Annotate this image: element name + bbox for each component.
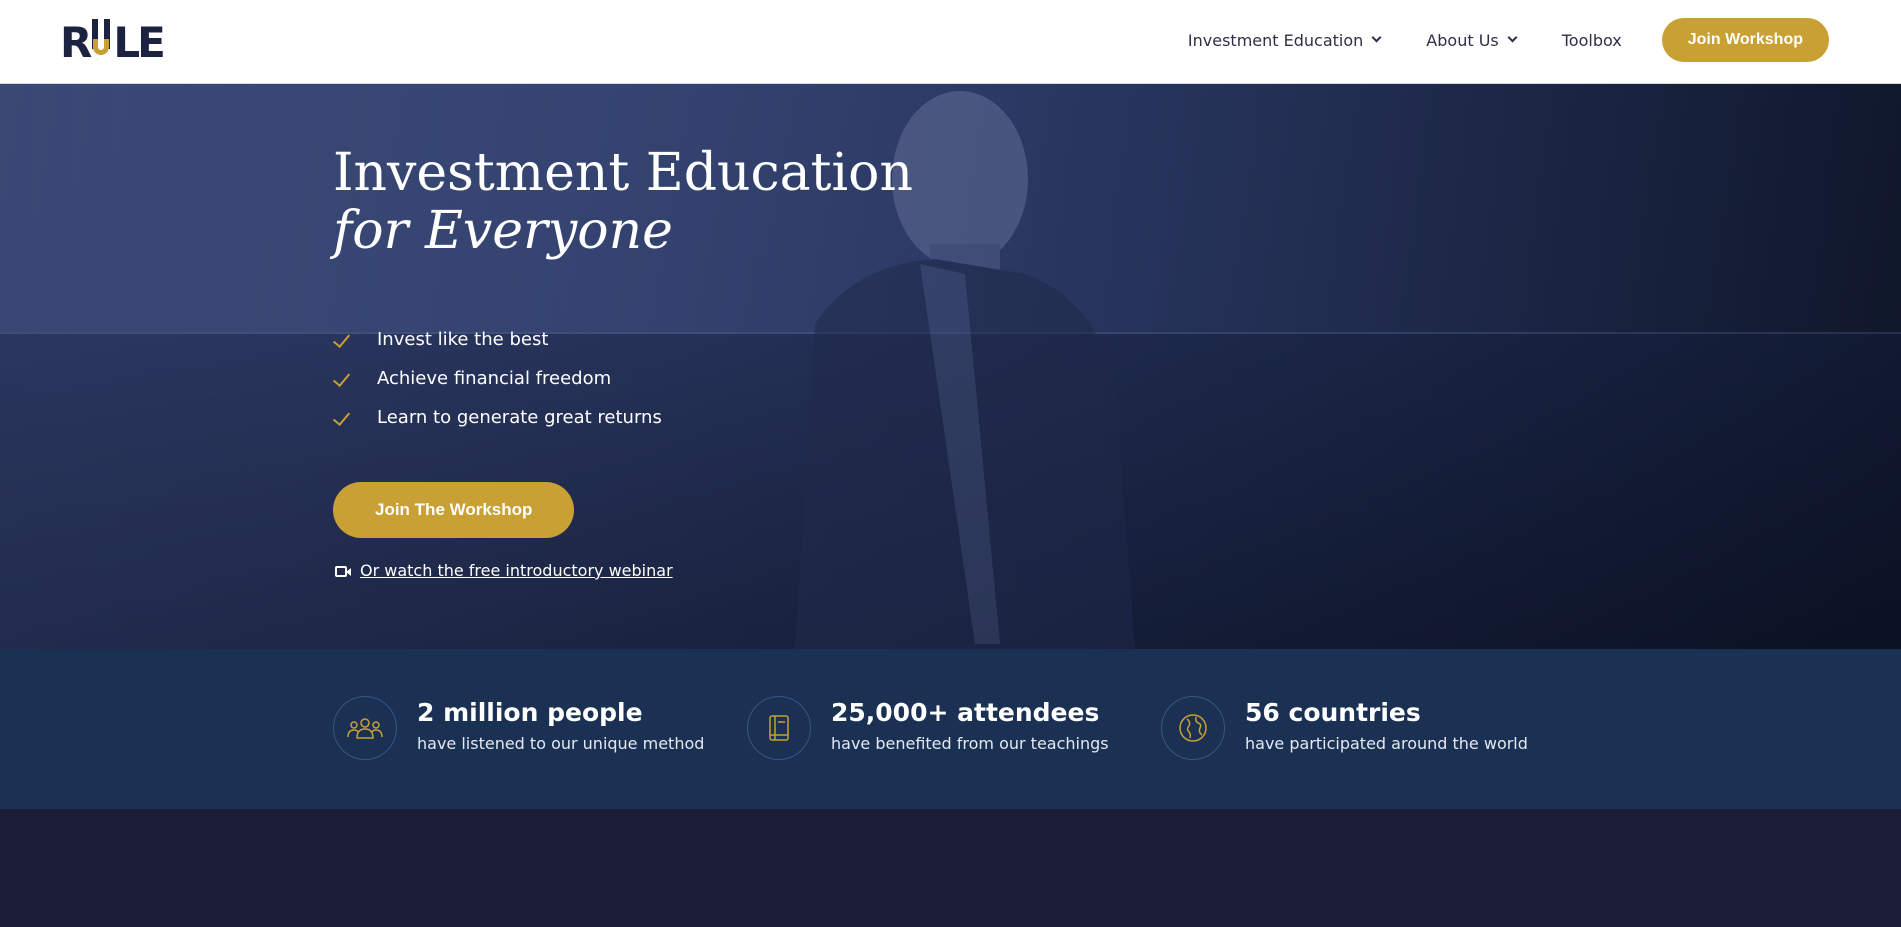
nav-investment-education-label: Investment Education (1187, 30, 1364, 50)
logo-wordmark: R LE (60, 18, 166, 67)
check-icon (333, 408, 353, 428)
nav-about-us-label: About Us (1426, 30, 1499, 50)
hero-overlay (0, 84, 1901, 649)
stat-subtitle: have listened to our unique method (417, 734, 705, 753)
check-icon (333, 369, 353, 389)
list-item: Invest like the best (333, 320, 662, 359)
stat-title: 56 countries (1245, 698, 1421, 727)
hero-title-line2: for Everyone (333, 201, 673, 261)
list-item: Achieve financial freedom (333, 359, 662, 398)
nav-toolbox-label: Toolbox (1561, 30, 1622, 50)
stat-people: 2 million people have listened to our un… (333, 696, 704, 760)
site-header: R LE Investment Education About Us Toolbo… (0, 0, 1901, 84)
stat-text: 56 countries have participated around th… (1245, 696, 1528, 753)
check-icon (333, 330, 353, 350)
hero-title-line1: Investment Education (333, 143, 913, 203)
join-workshop-button[interactable]: Join Workshop (1661, 18, 1829, 62)
stat-attendees: 25,000+ attendees have benefited from ou… (747, 696, 1109, 760)
nav-toolbox[interactable]: Toolbox (1562, 31, 1622, 50)
stat-text: 25,000+ attendees have benefited from ou… (831, 696, 1109, 753)
nav-about-us[interactable]: About Us (1426, 30, 1518, 50)
hero-title: Investment Education for Everyone (333, 144, 913, 260)
stat-subtitle: have benefited from our teachings (831, 734, 1109, 753)
hero-section: Investment Education for Everyone Invest… (0, 84, 1901, 649)
next-section (0, 809, 1901, 927)
list-item: Learn to generate great returns (333, 398, 662, 437)
join-the-workshop-button[interactable]: Join The Workshop (333, 482, 575, 538)
stat-text: 2 million people have listened to our un… (417, 696, 704, 753)
people-icon (333, 696, 397, 760)
hero-heading-block: Investment Education for Everyone (333, 144, 913, 260)
logo[interactable]: R LE (60, 18, 166, 67)
chevron-down-icon (1507, 32, 1518, 43)
main-nav: Investment Education About Us Toolbox Jo… (1142, 0, 1829, 80)
stat-title: 2 million people (417, 698, 643, 727)
webinar-link[interactable]: Or watch the free introductory webinar (333, 561, 673, 580)
benefit-text: Learn to generate great returns (377, 407, 662, 428)
stat-countries: 56 countries have participated around th… (1161, 696, 1528, 760)
globe-icon (1161, 696, 1225, 760)
benefit-list: Invest like the best Achieve financial f… (333, 320, 662, 437)
chevron-down-icon (1371, 32, 1382, 43)
nav-investment-education[interactable]: Investment Education (1187, 30, 1382, 50)
stat-subtitle: have participated around the world (1245, 734, 1528, 753)
video-camera-icon (333, 564, 353, 578)
stat-title: 25,000+ attendees (831, 698, 1100, 727)
stats-bar: 2 million people have listened to our un… (0, 649, 1901, 809)
book-icon (747, 696, 811, 760)
benefit-text: Achieve financial freedom (377, 368, 612, 389)
webinar-link-label: Or watch the free introductory webinar (360, 561, 673, 580)
benefit-text: Invest like the best (377, 329, 549, 350)
